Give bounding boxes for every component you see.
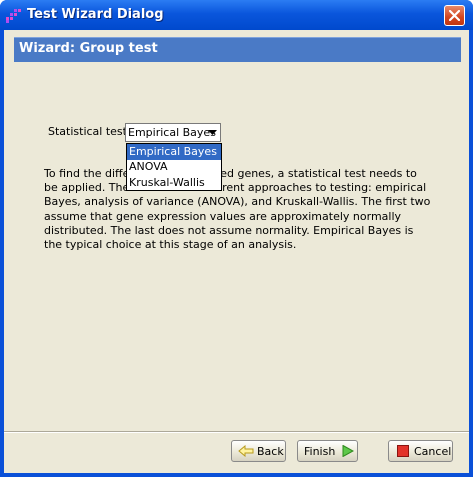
dropdown-option-kruskal-wallis[interactable]: Kruskal-Wallis: [127, 175, 221, 191]
back-button-label: Back: [257, 445, 284, 458]
arrow-right-icon: [342, 445, 354, 457]
arrow-left-icon: [238, 445, 254, 457]
title-bar[interactable]: Test Wizard Dialog: [0, 0, 473, 30]
dropdown-option-empirical-bayes[interactable]: Empirical Bayes: [127, 144, 221, 160]
finish-button-label: Finish: [304, 445, 336, 458]
wizard-header: Wizard: Group test: [14, 37, 461, 62]
test-dropdown-list: Empirical Bayes ANOVA Kruskal-Wallis: [126, 143, 222, 191]
window-title: Test Wizard Dialog: [27, 7, 164, 22]
close-button[interactable]: [444, 5, 465, 26]
statistical-test-label: Statistical test:: [48, 125, 131, 138]
dialog-content: Wizard: Group test Statistical test: To …: [4, 30, 469, 473]
footer-divider: [4, 431, 469, 433]
selected-test-value: Empirical Bayes: [128, 126, 216, 139]
description-text: To find the differentially expressed gen…: [44, 167, 431, 252]
app-logo-icon: [6, 8, 22, 23]
finish-button[interactable]: Finish: [297, 440, 358, 462]
dropdown-option-anova[interactable]: ANOVA: [127, 159, 221, 175]
dropdown-arrow-button[interactable]: [205, 124, 220, 141]
statistical-test-select[interactable]: Empirical Bayes: [125, 123, 221, 142]
cancel-button[interactable]: Cancel: [388, 440, 453, 462]
wizard-title: Wizard: Group test: [19, 41, 158, 56]
chevron-down-icon: [208, 130, 217, 135]
back-button[interactable]: Back: [231, 440, 286, 462]
close-icon: [449, 10, 460, 21]
cancel-button-label: Cancel: [414, 445, 452, 458]
dialog-window: Test Wizard Dialog Wizard: Group test St…: [0, 0, 473, 477]
stop-icon: [397, 445, 409, 457]
